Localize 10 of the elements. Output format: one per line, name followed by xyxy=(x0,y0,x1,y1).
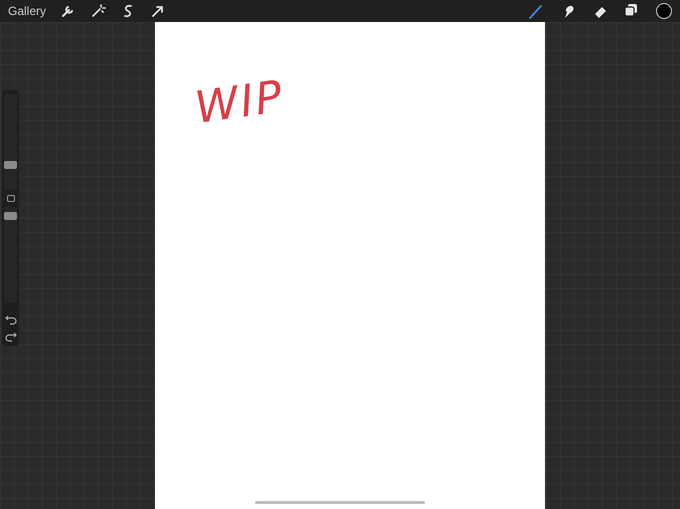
opacity-slider[interactable] xyxy=(4,212,17,220)
brush-size-slider[interactable] xyxy=(4,161,17,170)
color-swatch[interactable] xyxy=(656,3,672,19)
magic-wand-icon[interactable] xyxy=(90,3,106,19)
gallery-button[interactable]: Gallery xyxy=(8,4,46,18)
brush-icon[interactable] xyxy=(528,3,544,19)
redo-icon[interactable] xyxy=(4,330,16,342)
undo-icon[interactable] xyxy=(4,312,16,325)
modify-button[interactable] xyxy=(6,194,14,202)
annotation-text: WIP xyxy=(192,71,288,134)
